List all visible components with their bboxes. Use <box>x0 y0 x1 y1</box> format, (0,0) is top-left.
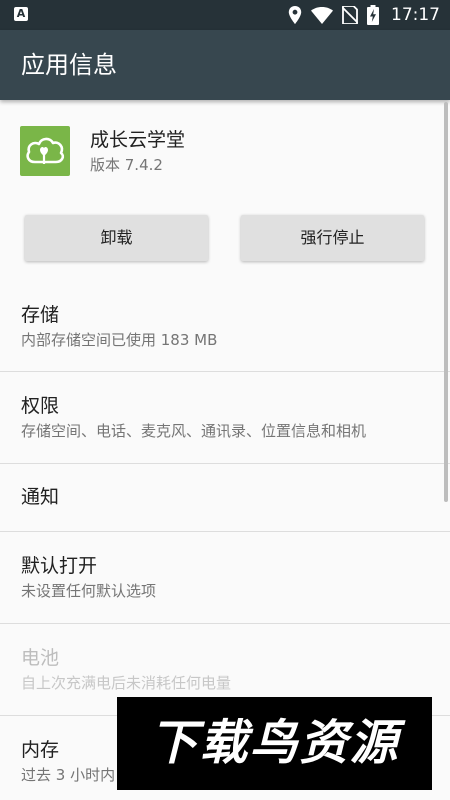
storage-row[interactable]: 存储 内部存储空间已使用 183 MB <box>0 280 450 371</box>
notifications-row[interactable]: 通知 <box>0 464 450 531</box>
status-bar: A 17:17 <box>0 0 450 30</box>
storage-title: 存储 <box>21 304 60 326</box>
watermark-logo: 下载鸟资源 <box>117 697 432 790</box>
open-by-default-row[interactable]: 默认打开 未设置任何默认选项 <box>0 532 450 623</box>
open-by-default-summary: 未设置任何默认选项 <box>21 582 157 600</box>
force-stop-button[interactable]: 强行停止 <box>241 215 424 261</box>
battery-title: 电池 <box>21 647 60 669</box>
app-header: 成长云学堂 版本 7.4.2 <box>0 100 450 206</box>
location-icon <box>288 6 302 24</box>
wifi-icon <box>311 6 333 24</box>
permissions-title: 权限 <box>21 395 60 417</box>
app-bar: 应用信息 <box>0 30 450 100</box>
memory-title: 内存 <box>21 739 60 761</box>
app-name: 成长云学堂 <box>90 129 186 151</box>
watermark-text: 下载鸟资源 <box>149 715 400 771</box>
memory-summary: 过去 3 小时内 <box>21 766 116 784</box>
no-sim-icon <box>342 6 358 24</box>
permissions-row[interactable]: 权限 存储空间、电话、麦克风、通讯录、位置信息和相机 <box>0 372 450 463</box>
scrollbar[interactable] <box>444 102 448 502</box>
open-by-default-title: 默认打开 <box>21 555 98 577</box>
app-info-screen: A 17:17 应用信息 成长云学堂 版本 7.4.2 卸载 强行停止 存储 内… <box>0 0 450 800</box>
app-version: 版本 7.4.2 <box>90 156 163 174</box>
page-title: 应用信息 <box>21 51 117 79</box>
battery-summary: 自上次充满电后未消耗任何电量 <box>21 674 232 692</box>
permissions-summary: 存储空间、电话、麦克风、通讯录、位置信息和相机 <box>21 422 367 440</box>
notifications-title: 通知 <box>21 486 60 508</box>
status-time: 17:17 <box>391 5 440 25</box>
notification-icon: A <box>14 7 28 21</box>
uninstall-button[interactable]: 卸载 <box>25 215 208 261</box>
battery-charging-icon <box>367 5 379 25</box>
cloud-app-icon <box>20 126 70 176</box>
storage-summary: 内部存储空间已使用 183 MB <box>21 331 218 349</box>
